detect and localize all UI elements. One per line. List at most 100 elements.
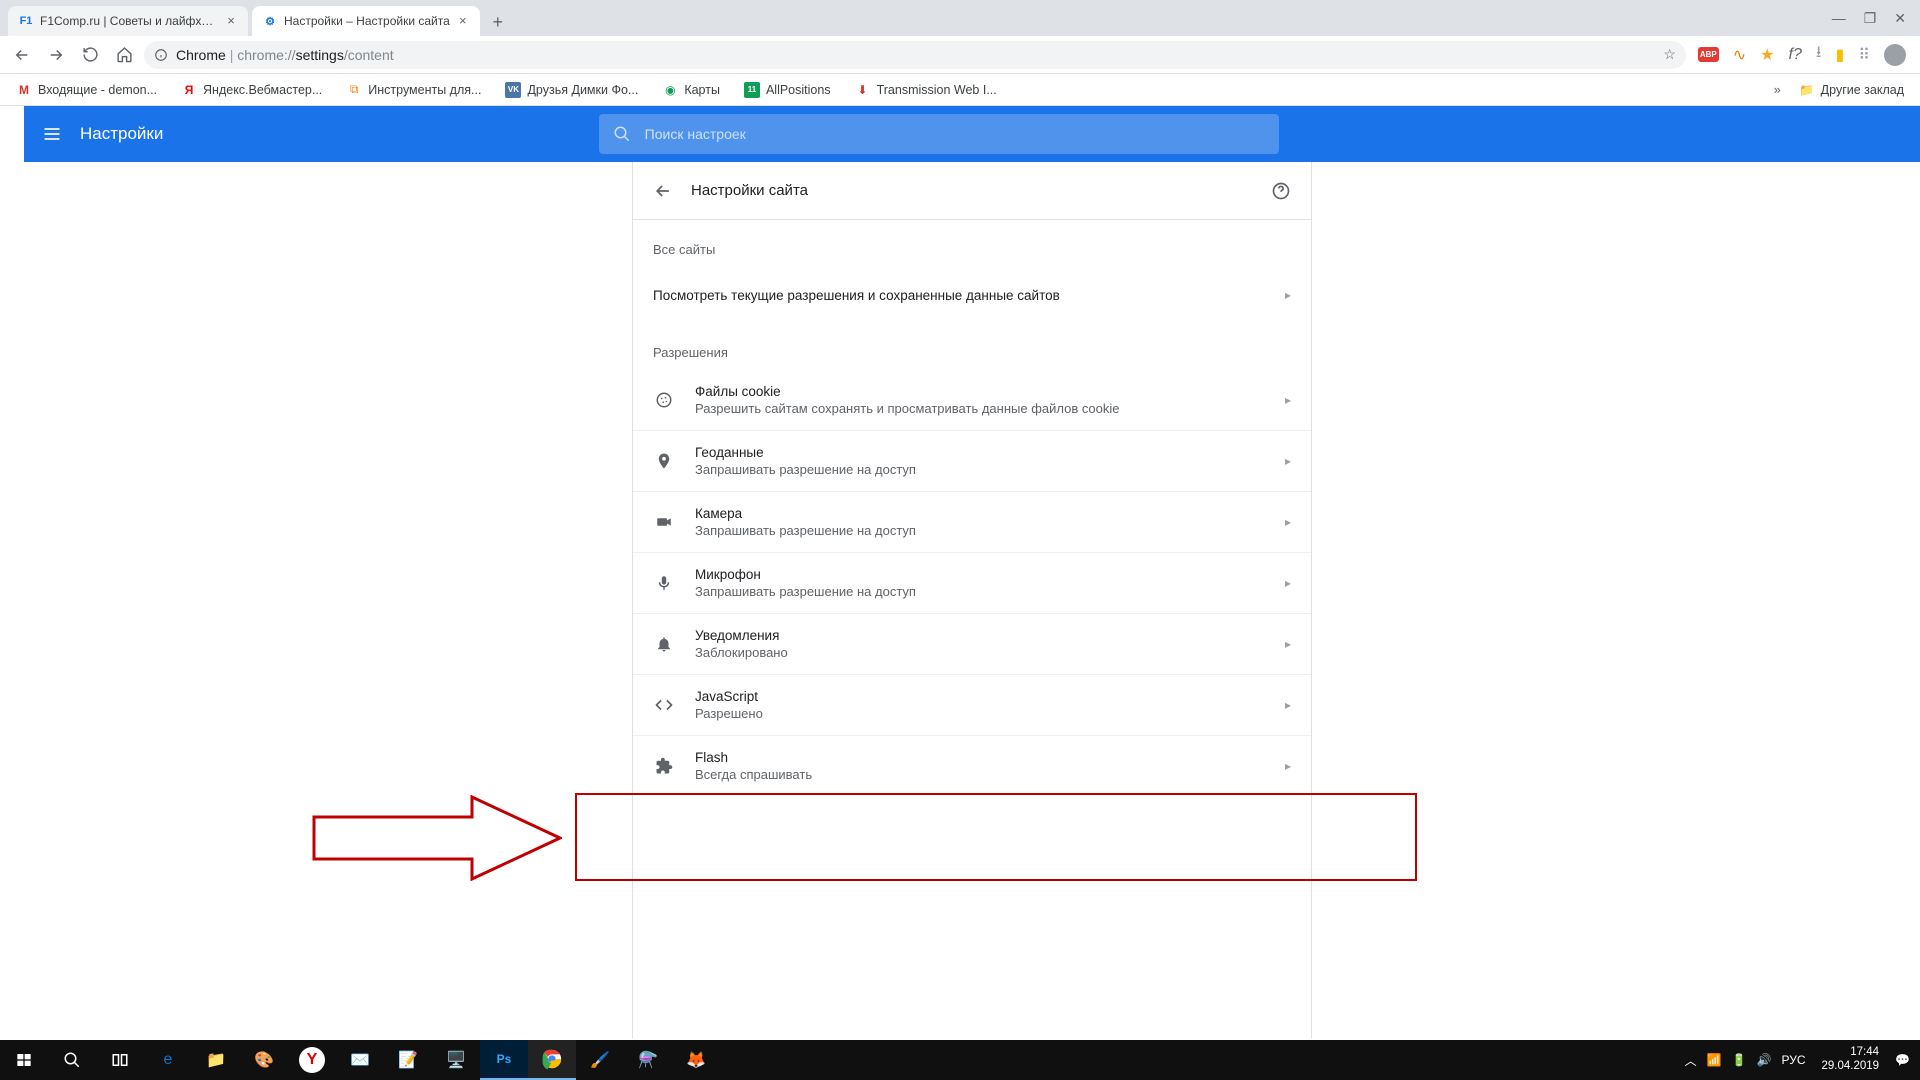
app-icon[interactable]: ⚗️ bbox=[624, 1040, 672, 1080]
photoshop-app-icon[interactable]: Ps bbox=[480, 1040, 528, 1080]
tab-title: F1Comp.ru | Советы и лайфхаки bbox=[40, 14, 218, 28]
settings-panel: Настройки сайта Все сайты Посмотреть тек… bbox=[632, 162, 1312, 1038]
chevron-right-icon: ▸ bbox=[1285, 637, 1291, 651]
apps-icon[interactable]: ⠿ bbox=[1858, 45, 1870, 65]
mail-app-icon[interactable]: ✉️ bbox=[336, 1040, 384, 1080]
row-flash[interactable]: FlashВсегда спрашивать ▸ bbox=[633, 735, 1311, 796]
bookmark-ext-icon[interactable]: ▮ bbox=[1835, 45, 1844, 65]
location-icon bbox=[653, 452, 675, 470]
profile-avatar[interactable] bbox=[1884, 44, 1906, 66]
search-icon bbox=[613, 125, 631, 143]
bell-icon bbox=[653, 635, 675, 653]
row-cookies[interactable]: Файлы cookieРазрешить сайтам сохранять и… bbox=[633, 370, 1311, 430]
browser-toolbar: Chrome | chrome://settings/content ☆ ABP… bbox=[0, 36, 1920, 74]
home-button[interactable] bbox=[110, 41, 138, 69]
close-window-button[interactable]: ✕ bbox=[1894, 10, 1906, 27]
panel-header: Настройки сайта bbox=[633, 162, 1311, 220]
address-bar[interactable]: Chrome | chrome://settings/content ☆ bbox=[144, 41, 1686, 69]
edge-app-icon[interactable]: e bbox=[144, 1040, 192, 1080]
download-icon[interactable]: ⭳ bbox=[1816, 41, 1822, 68]
app-icon[interactable]: 🖌️ bbox=[576, 1040, 624, 1080]
url-text: Chrome | chrome://settings/content bbox=[176, 47, 394, 63]
app-icon[interactable]: 🎨 bbox=[240, 1040, 288, 1080]
rss-icon[interactable]: ∿ bbox=[1733, 45, 1746, 65]
star-ext-icon[interactable]: ★ bbox=[1760, 45, 1774, 65]
site-info-icon[interactable] bbox=[154, 48, 168, 62]
system-tray: ︿ 📶 🔋 🔊 РУС 17:44 29.04.2019 💬 bbox=[1675, 1046, 1920, 1074]
close-icon[interactable]: × bbox=[224, 14, 238, 28]
panel-title: Настройки сайта bbox=[691, 182, 1253, 199]
row-notifications[interactable]: УведомленияЗаблокировано ▸ bbox=[633, 613, 1311, 674]
battery-icon[interactable]: 🔋 bbox=[1732, 1053, 1747, 1067]
forward-button[interactable] bbox=[42, 41, 70, 69]
firefox-app-icon[interactable]: 🦊 bbox=[672, 1040, 720, 1080]
row-view-permissions[interactable]: Посмотреть текущие разрешения и сохранен… bbox=[633, 267, 1311, 323]
extension-icons: ABP ∿ ★ f? ⭳ ▮ ⠿ bbox=[1692, 41, 1912, 68]
explorer-app-icon[interactable]: 📁 bbox=[192, 1040, 240, 1080]
chevron-right-icon: ▸ bbox=[1285, 288, 1291, 302]
row-microphone[interactable]: МикрофонЗапрашивать разрешение на доступ… bbox=[633, 552, 1311, 613]
bookmark-item[interactable]: ЯЯндекс.Вебмастер... bbox=[175, 78, 328, 102]
row-javascript[interactable]: JavaScriptРазрешено ▸ bbox=[633, 674, 1311, 735]
row-camera[interactable]: КамераЗапрашивать разрешение на доступ ▸ bbox=[633, 491, 1311, 552]
notifications-tray-icon[interactable]: 💬 bbox=[1895, 1053, 1910, 1067]
browser-tab[interactable]: F1 F1Comp.ru | Советы и лайфхаки × bbox=[8, 6, 248, 36]
chevron-right-icon: ▸ bbox=[1285, 576, 1291, 590]
bookmark-item[interactable]: ◉Карты bbox=[656, 78, 726, 102]
clock[interactable]: 17:44 29.04.2019 bbox=[1815, 1046, 1885, 1074]
settings-app: Настройки Настройки сайта Все сайты Пос bbox=[24, 106, 1920, 1038]
back-button[interactable] bbox=[8, 41, 36, 69]
chevron-right-icon: ▸ bbox=[1285, 454, 1291, 468]
cookie-icon bbox=[653, 391, 675, 409]
abp-icon[interactable]: ABP bbox=[1698, 47, 1719, 62]
settings-search[interactable] bbox=[599, 114, 1279, 154]
wifi-icon[interactable]: 📶 bbox=[1707, 1053, 1722, 1067]
browser-tab-strip: F1 F1Comp.ru | Советы и лайфхаки × ⚙ Нас… bbox=[0, 0, 1920, 36]
settings-header: Настройки bbox=[24, 106, 1920, 162]
back-arrow-icon[interactable] bbox=[653, 181, 673, 201]
new-tab-button[interactable]: + bbox=[484, 8, 512, 36]
bookmarks-overflow[interactable]: » bbox=[1774, 83, 1781, 97]
bookmarks-bar: MВходящие - demon... ЯЯндекс.Вебмастер..… bbox=[0, 74, 1920, 106]
chrome-app-icon[interactable] bbox=[528, 1040, 576, 1080]
other-bookmarks[interactable]: 📁Другие заклад bbox=[1793, 78, 1910, 102]
chevron-right-icon: ▸ bbox=[1285, 515, 1291, 529]
f-question-icon[interactable]: f? bbox=[1789, 46, 1802, 64]
bookmark-item[interactable]: ⬇Transmission Web I... bbox=[849, 78, 1003, 102]
bookmark-item[interactable]: 11AllPositions bbox=[738, 78, 837, 102]
app-icon[interactable]: 🖥️ bbox=[432, 1040, 480, 1080]
reload-button[interactable] bbox=[76, 41, 104, 69]
maximize-button[interactable]: ❐ bbox=[1864, 10, 1877, 27]
start-button[interactable] bbox=[0, 1040, 48, 1080]
bookmark-item[interactable]: MВходящие - demon... bbox=[10, 78, 163, 102]
search-taskbar-icon[interactable] bbox=[48, 1040, 96, 1080]
help-icon[interactable] bbox=[1271, 181, 1291, 201]
code-icon bbox=[653, 696, 675, 714]
browser-tab-active[interactable]: ⚙ Настройки – Настройки сайта × bbox=[252, 6, 480, 36]
settings-search-input[interactable] bbox=[645, 126, 1265, 142]
tray-chevron-icon[interactable]: ︿ bbox=[1685, 1052, 1697, 1069]
yandex-app-icon[interactable]: Y bbox=[299, 1047, 325, 1073]
tab-title: Настройки – Настройки сайта bbox=[284, 14, 450, 28]
close-icon[interactable]: × bbox=[456, 14, 470, 28]
star-icon[interactable]: ☆ bbox=[1663, 46, 1676, 63]
puzzle-icon bbox=[653, 757, 675, 775]
row-location[interactable]: ГеоданныеЗапрашивать разрешение на досту… bbox=[633, 430, 1311, 491]
notepad-app-icon[interactable]: 📝 bbox=[384, 1040, 432, 1080]
menu-icon[interactable] bbox=[40, 122, 64, 146]
section-all-sites: Все сайты bbox=[633, 220, 1311, 267]
camera-icon bbox=[653, 513, 675, 531]
settings-title: Настройки bbox=[80, 124, 163, 144]
gear-icon: ⚙ bbox=[262, 13, 278, 29]
tab-favicon: F1 bbox=[18, 13, 34, 29]
chevron-right-icon: ▸ bbox=[1285, 698, 1291, 712]
bookmark-item[interactable]: VKДрузья Димки Фо... bbox=[499, 78, 644, 102]
minimize-button[interactable]: — bbox=[1832, 10, 1846, 26]
language-indicator[interactable]: РУС bbox=[1781, 1053, 1805, 1067]
task-view-icon[interactable] bbox=[96, 1040, 144, 1080]
chevron-right-icon: ▸ bbox=[1285, 393, 1291, 407]
window-controls: — ❐ ✕ bbox=[1818, 0, 1920, 36]
mic-icon bbox=[653, 574, 675, 592]
bookmark-item[interactable]: ⧉Инструменты для... bbox=[340, 78, 487, 102]
volume-icon[interactable]: 🔊 bbox=[1757, 1053, 1772, 1067]
